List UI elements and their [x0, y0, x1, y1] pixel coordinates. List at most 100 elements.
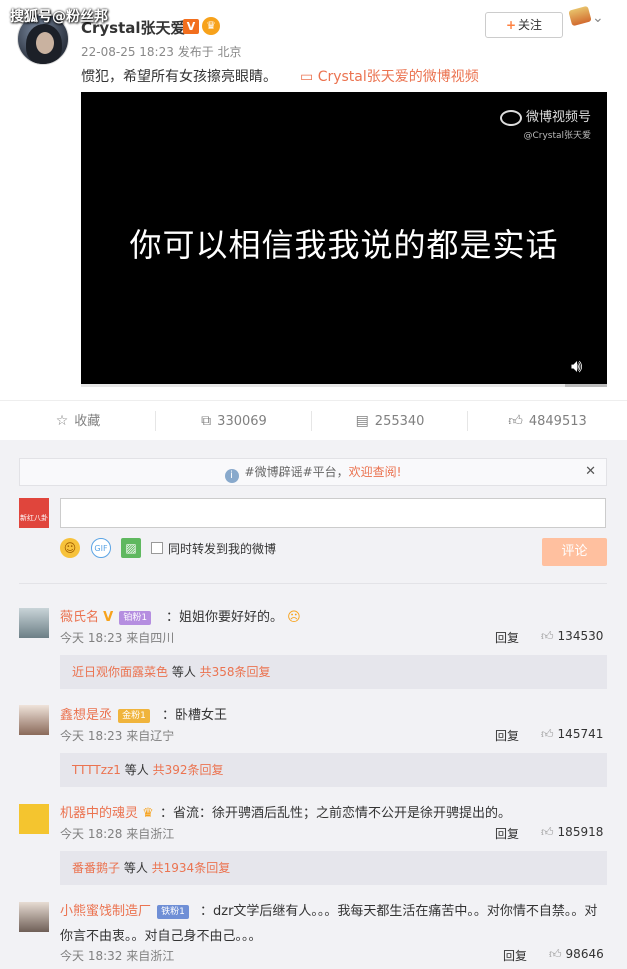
reply-summary[interactable]: 近日观你面露菜色 等人 共358条回复 [60, 655, 607, 689]
follow-label: 关注 [518, 18, 543, 32]
comment-author[interactable]: 鑫想是丞 金粉1 [60, 704, 150, 723]
video-watermark: 微博视频号 @Crystal张天爱 [499, 106, 591, 141]
reply-count: 共1934条回复 [151, 861, 231, 875]
rumor-notice: i #微博辟谣#平台，欢迎查阅! ✕ [19, 458, 607, 486]
submit-comment-button[interactable]: 评论 [542, 538, 607, 566]
reply-summary[interactable]: TTTTzz1 等人 共392条回复 [60, 753, 607, 787]
comment-text: ：卧槽女王 [162, 708, 228, 723]
weibo-logo-icon [499, 109, 522, 126]
reply-summary[interactable]: 番番鹅子 等人 共1934条回复 [60, 851, 607, 885]
fan-badge: 铁粉1 [157, 905, 189, 919]
post-source: 发布于 北京 [177, 45, 242, 59]
verified-icon: V [103, 610, 114, 625]
gif-icon[interactable]: GIF [91, 538, 111, 558]
chevron-down-icon[interactable]: ⌄ [592, 10, 604, 26]
verified-badge-icon: V [183, 19, 199, 34]
comment-count: 255340 [374, 414, 425, 429]
reply-author: 番番鹅子 [72, 861, 121, 875]
comment-time: 今天 18:32 来自浙江 [60, 949, 175, 963]
comment-author-name: 小熊蜜饯制造厂 [60, 904, 152, 919]
comment-like-count: 185918 [557, 825, 604, 839]
post-timestamp[interactable]: 22-08-25 18:23 [81, 45, 174, 59]
favorite-button[interactable]: ☆ 收藏 [0, 401, 156, 441]
comment-avatar[interactable] [19, 705, 49, 735]
divider [19, 583, 607, 584]
comment-time: 今天 18:28 来自浙江 [60, 827, 175, 841]
comment-like-button[interactable]: 👍︎ 145741 [541, 727, 603, 742]
repost-checkbox[interactable] [151, 542, 163, 554]
comment-input[interactable] [60, 498, 606, 528]
thumbs-up-icon: 👍︎ [508, 413, 523, 429]
comment-text: ：省流：徐开骋酒后乱性；之前恋情不公开是徐开骋提出的。 [160, 806, 512, 821]
comment-author-name: 机器中的魂灵 [60, 806, 139, 821]
comment-like-count: 98646 [565, 947, 604, 961]
info-icon: i [224, 469, 239, 483]
video-link[interactable]: ▭ Crystal张天爱的微博视频 [300, 66, 479, 86]
thumbs-up-icon: 👍︎ [541, 629, 554, 643]
volume-icon[interactable]: 🔊︎ [571, 356, 595, 377]
reply-button[interactable]: 回复 [495, 825, 519, 842]
comment-author-name: 薇氏名 [60, 610, 100, 625]
favorite-label: 收藏 [74, 414, 101, 429]
reply-count: 共392条回复 [152, 763, 224, 777]
comment-text-line2: 你言不由衷。。对自己身不由己。。。 [60, 929, 262, 944]
post-text: 惯犯，希望所有女孩擦亮眼睛。 [81, 69, 277, 85]
avatar-face [36, 32, 54, 54]
fan-badge: 金粉1 [118, 709, 150, 723]
reply-mid: 等人 [120, 861, 152, 875]
reply-author: 近日观你面露菜色 [72, 665, 169, 679]
comment-author[interactable]: 薇氏名 V 铂粉1 [60, 606, 152, 625]
comment-text-body: ：姐姐你要好好的。 [166, 610, 284, 625]
crown-badge-icon: ♛ [202, 17, 220, 35]
follow-button[interactable]: + 关注 [485, 12, 563, 38]
comment-avatar[interactable] [19, 902, 49, 932]
sohu-watermark: 搜狐号@粉丝邦 [10, 9, 108, 25]
comment-like-count: 145741 [557, 727, 604, 741]
reply-button[interactable]: 回复 [495, 727, 519, 744]
reply-mid: 等人 [168, 665, 200, 679]
comment-time: 今天 18:23 来自四川 [60, 631, 175, 645]
thumbs-up-icon: 👍︎ [541, 825, 554, 839]
comment-author-name: 鑫想是丞 [60, 708, 113, 723]
thumbs-up-icon: 👍︎ [549, 947, 562, 961]
image-icon[interactable]: ▨ [121, 538, 141, 558]
my-avatar[interactable]: 新红八卦 [19, 498, 49, 528]
reply-button[interactable]: 回复 [503, 947, 527, 964]
video-progress-bar[interactable] [81, 384, 607, 387]
comment-like-button[interactable]: 👍︎ 98646 [549, 947, 604, 962]
glasses-decoration-icon [568, 5, 592, 27]
comment-text: ：姐姐你要好好的。 ☹ [166, 606, 301, 625]
notice-link[interactable]: 欢迎查阅! [349, 465, 402, 479]
video-logo-text: 微博视频号 [525, 110, 591, 125]
comment-author[interactable]: 机器中的魂灵 ♛ [60, 802, 154, 821]
post-action-bar: ☆ 收藏 ⧉ 330069 ▤ 255340 👍︎ 4849513 [0, 400, 627, 440]
comment-icon: ▤ [355, 413, 369, 429]
comment-time: 今天 18:23 来自辽宁 [60, 729, 175, 743]
reply-count: 共358条回复 [199, 665, 271, 679]
comment-text-line1: ：dzr文学后继有人。。。我每天都生活在痛苦中。。对你情不自禁。。对 [200, 904, 598, 919]
comment-like-button[interactable]: 👍︎ 185918 [541, 825, 603, 840]
crown-badge-icon: ♛ [142, 806, 154, 821]
video-link-icon: ▭ [300, 69, 318, 85]
post-meta: 22-08-25 18:23 发布于 北京 [81, 43, 242, 60]
repost-icon: ⧉ [201, 413, 212, 429]
comment-like-button[interactable]: 👍︎ 134530 [541, 629, 603, 644]
reply-button[interactable]: 回复 [495, 629, 519, 646]
video-player[interactable]: 微博视频号 @Crystal张天爱 你可以相信我我说的都是实话 🔊︎ [81, 92, 607, 384]
comment-button[interactable]: ▤ 255340 [312, 401, 468, 441]
repost-button[interactable]: ⧉ 330069 [156, 401, 312, 441]
like-count: 4849513 [528, 414, 587, 429]
like-button[interactable]: 👍︎ 4849513 [468, 401, 627, 441]
comment-avatar[interactable] [19, 804, 49, 834]
repost-label: 同时转发到我的微博 [168, 542, 277, 556]
reply-author: TTTTzz1 [72, 763, 121, 777]
comment-avatar[interactable] [19, 608, 49, 638]
comment-author[interactable]: 小熊蜜饯制造厂 铁粉1 [60, 900, 189, 919]
emoji-icon[interactable]: ☺ [60, 538, 80, 558]
repost-count: 330069 [217, 414, 267, 429]
plus-icon: + [505, 18, 517, 32]
comment-like-count: 134530 [557, 629, 604, 643]
thumbs-up-icon: 👍︎ [541, 727, 554, 741]
close-icon[interactable]: ✕ [585, 459, 596, 485]
emoji-face-icon: ☹ [287, 610, 301, 625]
